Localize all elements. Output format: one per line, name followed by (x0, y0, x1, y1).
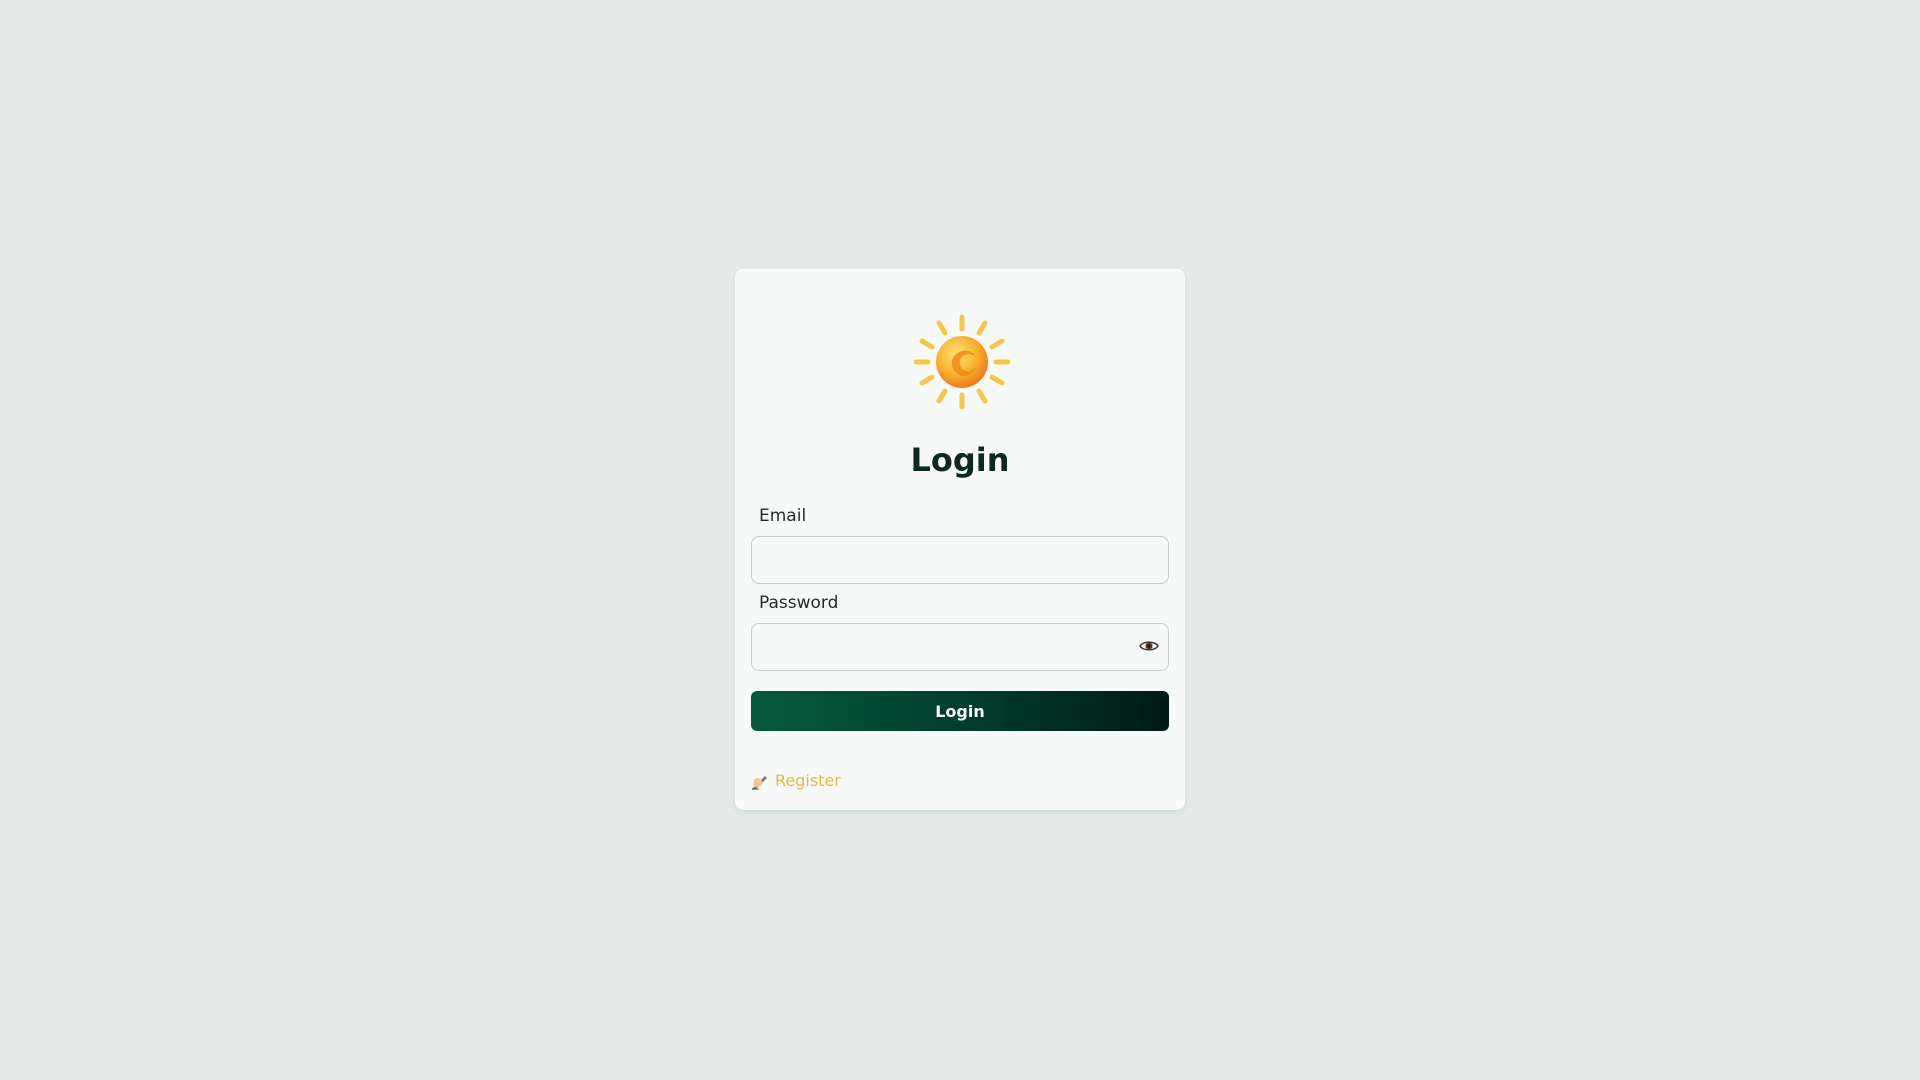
writing-hand-icon (752, 775, 767, 790)
login-button[interactable]: Login (751, 691, 1169, 731)
email-label: Email (759, 506, 807, 526)
password-label: Password (759, 593, 839, 613)
sun-icon (914, 314, 1010, 410)
login-card: Login Email Password Login Register (735, 269, 1185, 810)
password-field[interactable] (751, 623, 1169, 671)
register-label: Register (775, 771, 841, 790)
eye-icon[interactable] (1139, 636, 1159, 656)
page-title: Login (910, 441, 1010, 479)
email-field[interactable] (751, 536, 1169, 584)
register-link[interactable]: Register (751, 771, 841, 790)
